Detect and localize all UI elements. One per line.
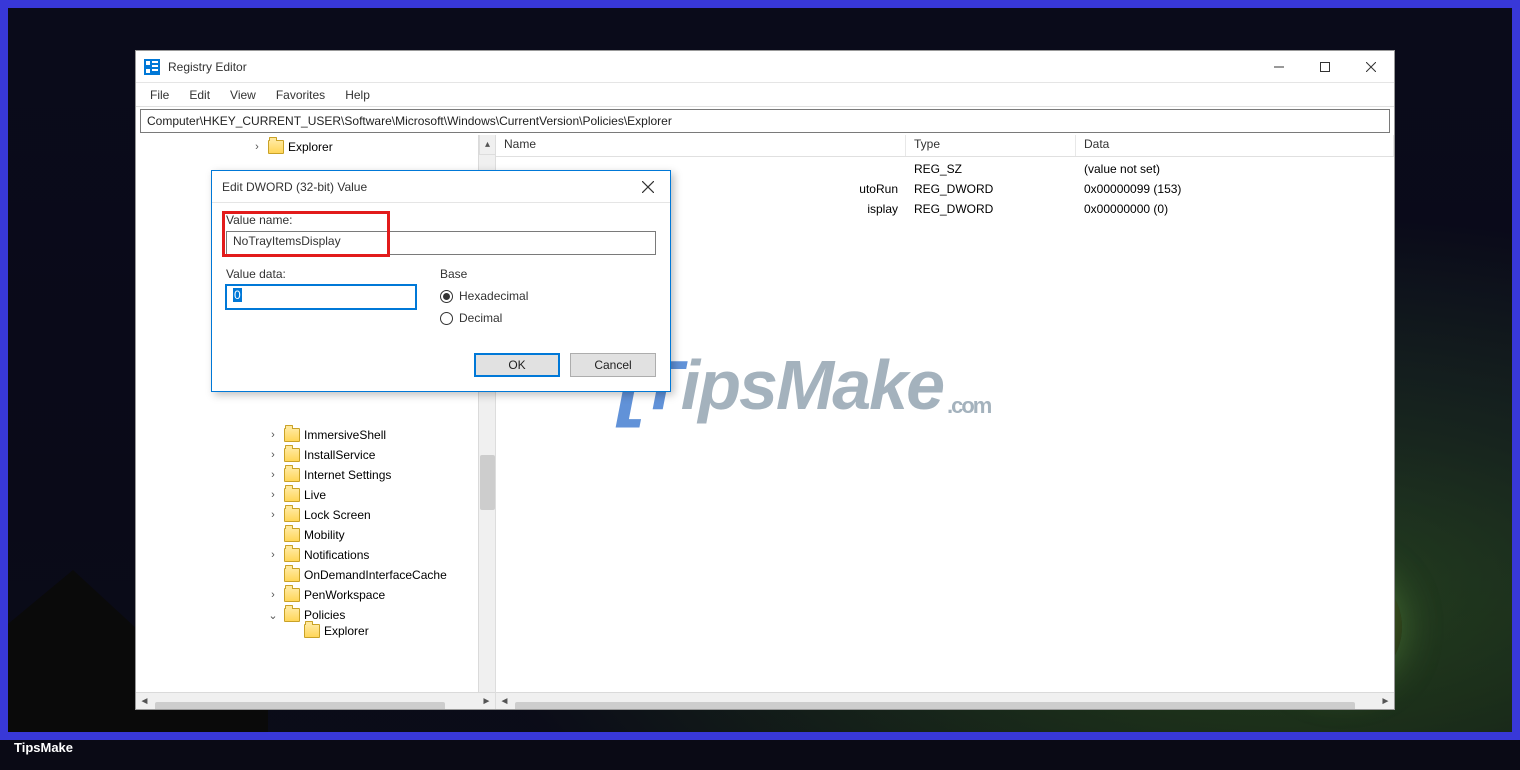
- menu-view[interactable]: View: [220, 86, 266, 104]
- folder-icon: [268, 140, 284, 154]
- cell-data: 0x00000099 (153): [1076, 182, 1394, 196]
- folder-icon: [284, 528, 300, 542]
- tree-node-label: Notifications: [304, 548, 369, 562]
- tree-node[interactable]: Explorer: [136, 625, 478, 637]
- window-titlebar[interactable]: Registry Editor: [136, 51, 1394, 83]
- chevron-down-icon[interactable]: ⌄: [266, 609, 280, 622]
- address-bar[interactable]: Computer\HKEY_CURRENT_USER\Software\Micr…: [140, 109, 1390, 133]
- tree-node-label: Explorer: [288, 140, 333, 154]
- tree-node[interactable]: › Notifications: [136, 545, 478, 565]
- chevron-right-icon[interactable]: ›: [266, 469, 280, 481]
- chevron-right-icon[interactable]: ›: [266, 509, 280, 521]
- ok-button[interactable]: OK: [474, 353, 560, 377]
- tree-node[interactable]: Mobility: [136, 525, 478, 545]
- list-header: Name Type Data: [496, 135, 1394, 157]
- value-name-input[interactable]: NoTrayItemsDisplay: [226, 231, 656, 255]
- column-header-name[interactable]: Name: [496, 135, 906, 156]
- dialog-titlebar[interactable]: Edit DWORD (32-bit) Value: [212, 171, 670, 203]
- value-data-input[interactable]: 0: [226, 285, 416, 309]
- base-label: Base: [440, 267, 656, 281]
- menubar: File Edit View Favorites Help: [136, 83, 1394, 107]
- tree-node-label: Mobility: [304, 528, 345, 542]
- radio-decimal[interactable]: Decimal: [440, 307, 656, 329]
- radio-hex-label: Hexadecimal: [459, 289, 528, 303]
- chevron-right-icon[interactable]: ›: [266, 489, 280, 501]
- tree-node[interactable]: OnDemandInterfaceCache: [136, 565, 478, 585]
- menu-favorites[interactable]: Favorites: [266, 86, 335, 104]
- folder-icon: [284, 548, 300, 562]
- maximize-button[interactable]: [1302, 51, 1348, 83]
- tree-node-label: PenWorkspace: [304, 588, 385, 602]
- tree-node[interactable]: › Explorer: [136, 137, 478, 157]
- menu-edit[interactable]: Edit: [179, 86, 220, 104]
- address-path: Computer\HKEY_CURRENT_USER\Software\Micr…: [147, 114, 672, 128]
- tree-node-label: Lock Screen: [304, 508, 371, 522]
- tree-node[interactable]: › InstallService: [136, 445, 478, 465]
- folder-icon: [284, 468, 300, 482]
- list-horizontal-scrollbar[interactable]: ◄ ►: [496, 692, 1394, 709]
- menu-help[interactable]: Help: [335, 86, 380, 104]
- folder-icon: [284, 488, 300, 502]
- chevron-right-icon[interactable]: ›: [266, 589, 280, 601]
- close-button[interactable]: [1348, 51, 1394, 83]
- folder-icon: [284, 428, 300, 442]
- tree-sort-indicator[interactable]: ▴: [479, 135, 495, 155]
- tree-node-label: InstallService: [304, 448, 375, 462]
- chevron-right-icon[interactable]: ›: [266, 449, 280, 461]
- tree-node-label: Live: [304, 488, 326, 502]
- tree-node-label: Internet Settings: [304, 468, 391, 482]
- radio-dec-label: Decimal: [459, 311, 502, 325]
- window-title: Registry Editor: [168, 60, 247, 74]
- cancel-button[interactable]: Cancel: [570, 353, 656, 377]
- folder-icon: [284, 608, 300, 622]
- folder-icon: [284, 508, 300, 522]
- value-name-label: Value name:: [226, 213, 656, 227]
- minimize-button[interactable]: [1256, 51, 1302, 83]
- folder-icon: [304, 624, 320, 638]
- column-header-data[interactable]: Data: [1076, 135, 1394, 156]
- tree-node[interactable]: › Internet Settings: [136, 465, 478, 485]
- regedit-icon: [144, 59, 160, 75]
- edit-dword-dialog: Edit DWORD (32-bit) Value Value name: No…: [211, 170, 671, 392]
- tree-node[interactable]: › PenWorkspace: [136, 585, 478, 605]
- tree-node-label: Policies: [304, 608, 345, 622]
- folder-icon: [284, 448, 300, 462]
- radio-icon: [440, 290, 453, 303]
- tree-horizontal-scrollbar[interactable]: ◄ ►: [136, 692, 495, 709]
- folder-icon: [284, 588, 300, 602]
- tree-node[interactable]: › Live: [136, 485, 478, 505]
- image-caption: TipsMake: [14, 740, 73, 755]
- chevron-right-icon[interactable]: ›: [266, 549, 280, 561]
- tree-node[interactable]: › ImmersiveShell: [136, 425, 478, 445]
- value-data-label: Value data:: [226, 267, 416, 281]
- cell-data: 0x00000000 (0): [1076, 202, 1394, 216]
- tree-node-label: Explorer: [324, 624, 369, 638]
- cell-type: REG_DWORD: [906, 182, 1076, 196]
- radio-hexadecimal[interactable]: Hexadecimal: [440, 285, 656, 307]
- cell-data: (value not set): [1076, 162, 1394, 176]
- radio-icon: [440, 312, 453, 325]
- chevron-right-icon[interactable]: ›: [250, 141, 264, 153]
- column-header-type[interactable]: Type: [906, 135, 1076, 156]
- tree-node-label: OnDemandInterfaceCache: [304, 568, 447, 582]
- folder-icon: [284, 568, 300, 582]
- cell-type: REG_SZ: [906, 162, 1076, 176]
- dialog-title: Edit DWORD (32-bit) Value: [222, 180, 367, 194]
- tree-node[interactable]: › Lock Screen: [136, 505, 478, 525]
- tree-node-label: ImmersiveShell: [304, 428, 386, 442]
- menu-file[interactable]: File: [140, 86, 179, 104]
- cell-type: REG_DWORD: [906, 202, 1076, 216]
- chevron-right-icon[interactable]: ›: [266, 429, 280, 441]
- dialog-close-button[interactable]: [626, 171, 670, 203]
